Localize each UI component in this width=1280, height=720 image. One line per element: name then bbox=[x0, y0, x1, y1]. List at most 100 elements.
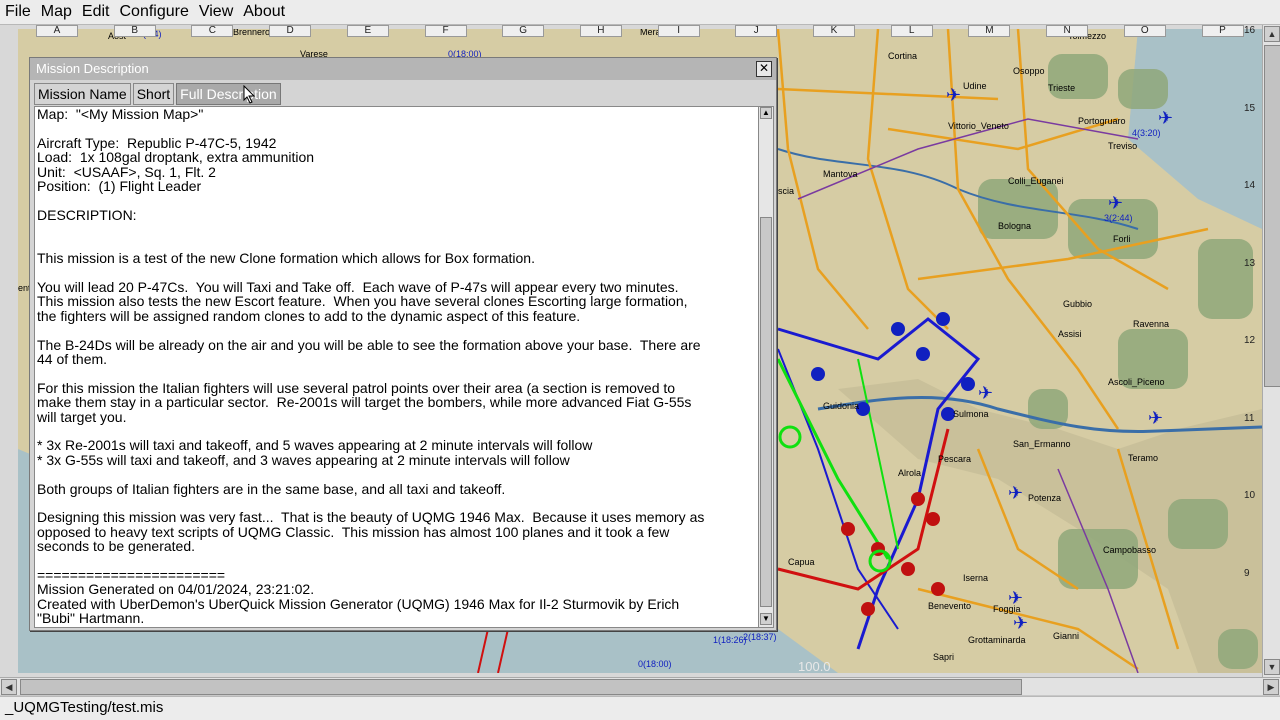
place-label: Pescara bbox=[938, 454, 971, 464]
road bbox=[917, 227, 1209, 281]
mission-description-dialog: Mission Description ✕ Mission Name Short… bbox=[29, 57, 777, 631]
aircraft-icon: ✈ bbox=[946, 85, 961, 106]
waypoint-blue bbox=[916, 347, 930, 361]
waypoint-blue bbox=[891, 322, 905, 336]
place-label: Potenza bbox=[1028, 493, 1061, 503]
airbase-target bbox=[778, 425, 802, 449]
place-label: scia bbox=[778, 186, 794, 196]
waypoint-label: 4(3:20) bbox=[1132, 128, 1161, 138]
place-label: Guidonia bbox=[823, 401, 859, 411]
map-column-label: D bbox=[269, 25, 312, 37]
road bbox=[776, 29, 869, 330]
place-label: Treviso bbox=[1108, 141, 1137, 151]
tab-full-description[interactable]: Full Description bbox=[176, 83, 281, 105]
waypoint-blue bbox=[961, 377, 975, 391]
aircraft-icon: ✈ bbox=[1158, 108, 1173, 129]
map-column-label: L bbox=[890, 25, 933, 37]
place-label: Teramo bbox=[1128, 453, 1158, 463]
place-label: Ascoli_Piceno bbox=[1108, 377, 1165, 387]
forest-area bbox=[1058, 529, 1138, 589]
map-column-label: B bbox=[113, 25, 156, 37]
waypoint-red bbox=[901, 562, 915, 576]
waypoint-label: 3(2:44) bbox=[1104, 213, 1133, 223]
forest-area bbox=[1168, 499, 1228, 549]
tab-short[interactable]: Short bbox=[132, 83, 175, 105]
map-column-label: N bbox=[1046, 25, 1089, 37]
waypoint-red bbox=[911, 492, 925, 506]
map-column-label: A bbox=[36, 25, 78, 37]
scroll-right-icon[interactable]: ▶ bbox=[1263, 679, 1279, 695]
map-vertical-scroll-thumb[interactable] bbox=[1264, 45, 1280, 387]
menu-configure[interactable]: Configure bbox=[114, 0, 193, 24]
railway bbox=[797, 118, 1139, 200]
place-label: Vittorio_Veneto bbox=[948, 121, 1009, 131]
waypoint-blue bbox=[936, 312, 950, 326]
place-label: Alrola bbox=[898, 468, 921, 478]
aircraft-icon: ✈ bbox=[1013, 613, 1028, 634]
scroll-down-icon[interactable]: ▼ bbox=[1264, 659, 1280, 675]
map-column-label: F bbox=[424, 25, 467, 37]
place-label: Foggia bbox=[993, 604, 1021, 614]
waypoint-red bbox=[841, 522, 855, 536]
map-row-label: 12 bbox=[1244, 335, 1256, 346]
description-scrollbar[interactable]: ▲ ▼ bbox=[758, 106, 774, 628]
place-label: Sulmona bbox=[953, 409, 989, 419]
waypoint-blue bbox=[811, 367, 825, 381]
mouse-cursor-icon bbox=[243, 85, 256, 104]
waypoint-red bbox=[861, 602, 875, 616]
map-column-label: J bbox=[735, 25, 778, 37]
place-label: San_Ermanno bbox=[1013, 439, 1071, 449]
menu-bar: File Map Edit Configure View About bbox=[0, 0, 1280, 25]
place-label: Trieste bbox=[1048, 83, 1075, 93]
map-row-label: 10 bbox=[1244, 490, 1256, 501]
map-row-label: 16 bbox=[1244, 25, 1256, 36]
map-row-label: 11 bbox=[1244, 412, 1255, 424]
map-horizontal-scrollbar[interactable]: ◀ ▶ bbox=[0, 677, 1280, 695]
map-row-label: 15 bbox=[1244, 102, 1256, 114]
map-column-label: I bbox=[657, 25, 700, 37]
waypoint-red bbox=[926, 512, 940, 526]
place-label: Mantova bbox=[823, 169, 858, 179]
aircraft-icon: ✈ bbox=[978, 383, 993, 404]
menu-file[interactable]: File bbox=[0, 0, 36, 24]
menu-view[interactable]: View bbox=[194, 0, 238, 24]
map-row-label: 13 bbox=[1244, 257, 1256, 269]
place-label: Osoppo bbox=[1013, 66, 1045, 76]
map-column-label: E bbox=[346, 25, 389, 37]
place-label: Benevento bbox=[928, 601, 971, 611]
place-label: Grottaminarda bbox=[968, 635, 1026, 645]
forest-area bbox=[1218, 629, 1258, 669]
scroll-left-icon[interactable]: ◀ bbox=[1, 679, 17, 695]
waypoint-label: 2(18:37) bbox=[743, 632, 777, 642]
menu-about[interactable]: About bbox=[238, 0, 290, 24]
description-scroll-thumb[interactable] bbox=[760, 217, 772, 607]
map-column-ruler: A B C D E F G H I J K L M N O P bbox=[18, 25, 1262, 37]
place-label: Iserna bbox=[963, 573, 988, 583]
map-row-label: 14 bbox=[1244, 180, 1256, 191]
place-label: Capua bbox=[788, 557, 815, 567]
menu-edit[interactable]: Edit bbox=[77, 0, 115, 24]
forest-area bbox=[1118, 69, 1168, 109]
close-icon[interactable]: ✕ bbox=[756, 61, 772, 77]
map-horizontal-scroll-thumb[interactable] bbox=[20, 679, 1022, 695]
place-label: Bologna bbox=[998, 221, 1031, 231]
scroll-up-icon[interactable]: ▲ bbox=[760, 107, 772, 119]
place-label: Gianni bbox=[1053, 631, 1079, 641]
map-column-label: H bbox=[579, 25, 622, 37]
map-column-label: M bbox=[968, 25, 1011, 37]
map-row-label: 9 bbox=[1244, 567, 1250, 579]
scroll-down-icon[interactable]: ▼ bbox=[760, 613, 772, 625]
menu-map[interactable]: Map bbox=[36, 0, 77, 24]
map-scale-label: 100.0 bbox=[798, 659, 831, 673]
place-label: Campobasso bbox=[1103, 545, 1156, 555]
status-bar: _UQMGTesting/test.mis bbox=[0, 696, 1280, 720]
place-label: Forli bbox=[1113, 234, 1131, 244]
place-label: Colli_Euganei bbox=[1008, 176, 1064, 186]
map-vertical-scrollbar[interactable]: ▲ ▼ bbox=[1262, 25, 1280, 677]
place-label: Udine bbox=[963, 81, 987, 91]
waypoint-red bbox=[931, 582, 945, 596]
tab-mission-name[interactable]: Mission Name bbox=[34, 83, 131, 105]
description-text-area[interactable]: Map: "<My Mission Map>" Aircraft Type: R… bbox=[34, 106, 760, 628]
aircraft-icon: ✈ bbox=[1008, 483, 1023, 504]
scroll-up-icon[interactable]: ▲ bbox=[1264, 26, 1280, 42]
